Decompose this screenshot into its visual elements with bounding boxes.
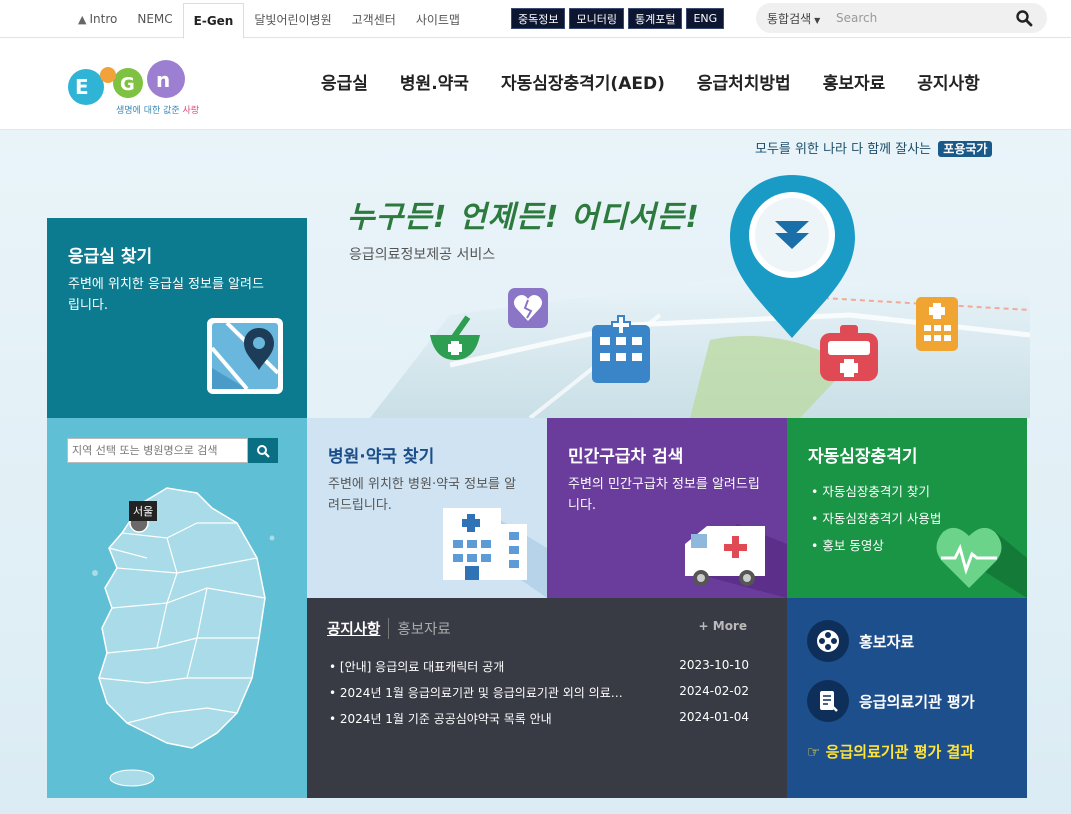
nav-first-aid[interactable]: 응급처치방법 bbox=[681, 69, 807, 94]
hospital-search-input[interactable] bbox=[67, 438, 249, 463]
aed-tile: 자동심장충격기 • 자동심장충격기 찾기 • 자동심장충격기 사용법 • 홍보 … bbox=[787, 418, 1027, 598]
hero-title: 누구든! 언제든! 어디서든! bbox=[347, 200, 700, 235]
aed-link-video-label: 홍보 동영상 bbox=[822, 538, 884, 553]
er-find-panel[interactable]: 응급실 찾기 주변에 위치한 응급실 정보를 알려드립니다. bbox=[47, 218, 307, 418]
er-find-desc: 주변에 위치한 응급실 정보를 알려드립니다. bbox=[68, 277, 264, 313]
top-utility-bar: ▲ Intro NEMC E-Gen 달빛어린이병원 고객센터 사이트맵 중독정보… bbox=[0, 0, 1071, 39]
global-search: 통합검색 ▼ bbox=[756, 3, 1047, 33]
evaluation-label: 응급의료기관 평가 bbox=[859, 692, 975, 711]
monitoring-button[interactable]: 모니터링 bbox=[569, 8, 624, 29]
film-reel-icon bbox=[807, 620, 849, 662]
notice-item[interactable]: • [안내] 응급의료 대표캐릭터 공개 2023-10-10 bbox=[329, 658, 749, 684]
hospital-building-icon bbox=[592, 315, 650, 383]
aed-links: • 자동심장충격기 찾기 • 자동심장충격기 사용법 • 홍보 동영상 bbox=[811, 478, 941, 559]
english-button[interactable]: ENG bbox=[686, 8, 725, 29]
top-link-customer-center[interactable]: 고객센터 bbox=[342, 0, 406, 38]
notice-panel: 공지사항 홍보자료 + More • [안내] 응급의료 대표캐릭터 공개 202… bbox=[307, 598, 787, 798]
seoul-label: 서울 bbox=[129, 501, 158, 521]
svg-text:G: G bbox=[120, 74, 135, 95]
notice-item-title: 2024년 1월 응급의료기관 및 응급의료기관 외의 의료… bbox=[339, 686, 623, 700]
main-nav: 응급실 병원.약국 자동심장충격기(AED) 응급처치방법 홍보자료 공지사항 bbox=[305, 69, 996, 94]
aed-link-howto[interactable]: • 자동심장충격기 사용법 bbox=[811, 505, 941, 532]
logo-tagline: 생명에 대한 값준 사랑 bbox=[116, 103, 199, 116]
korea-map[interactable] bbox=[87, 478, 287, 788]
nav-notices[interactable]: 공지사항 bbox=[901, 69, 996, 94]
map-search-button[interactable] bbox=[248, 438, 278, 463]
top-link-moonlight-hospital[interactable]: 달빛어린이병원 bbox=[244, 0, 341, 38]
notice-item[interactable]: • 2024년 1월 기준 공공심야약국 목록 안내 2024-01-04 bbox=[329, 710, 749, 736]
poison-info-button[interactable]: 중독정보 bbox=[511, 8, 566, 29]
tab-promotion[interactable]: 홍보자료 bbox=[388, 618, 451, 639]
slogan-text: 모두를 위한 나라 다 함께 잘사는 bbox=[755, 142, 932, 157]
search-scope-select[interactable]: 통합검색 ▼ bbox=[756, 10, 836, 27]
nav-hospital-pharmacy[interactable]: 병원.약국 bbox=[384, 69, 485, 94]
map-pin-icon bbox=[207, 318, 283, 394]
notice-item-title: 2024년 1월 기준 공공심야약국 목록 안내 bbox=[339, 712, 552, 726]
svg-text:n: n bbox=[156, 68, 170, 92]
stats-portal-button[interactable]: 통계포털 bbox=[627, 8, 683, 29]
notice-item-title: [안내] 응급의료 대표캐릭터 공개 bbox=[339, 660, 505, 674]
nav-promotion[interactable]: 홍보자료 bbox=[807, 69, 902, 94]
search-input[interactable] bbox=[836, 6, 996, 30]
notice-list: • [안내] 응급의료 대표캐릭터 공개 2023-10-10 • 2024년 1… bbox=[329, 658, 749, 736]
top-link-intro-label: Intro bbox=[89, 12, 118, 26]
clinic-building-icon bbox=[916, 297, 958, 351]
evaluation-result-link[interactable]: ☞ 응급의료기관 평가 결과 bbox=[807, 741, 974, 762]
caret-down-icon: ▼ bbox=[814, 15, 821, 25]
notice-item-date: 2024-02-02 bbox=[679, 684, 749, 698]
nav-aed[interactable]: 자동심장충격기(AED) bbox=[485, 69, 681, 94]
er-find-title: 응급실 찾기 bbox=[68, 247, 153, 267]
evaluation-document-icon bbox=[807, 680, 849, 722]
notice-tabs: 공지사항 홍보자료 bbox=[327, 618, 451, 639]
notice-item-date: 2023-10-10 bbox=[679, 658, 749, 672]
top-link-egen[interactable]: E-Gen bbox=[182, 3, 245, 39]
promo-materials-link[interactable]: 홍보자료 bbox=[807, 620, 914, 662]
promo-materials-label: 홍보자료 bbox=[859, 632, 915, 651]
top-links: ▲ Intro NEMC E-Gen 달빛어린이병원 고객센터 사이트맵 bbox=[68, 0, 470, 39]
aed-link-find-label: 자동심장충격기 찾기 bbox=[822, 484, 930, 499]
search-scope-label: 통합검색 bbox=[767, 11, 812, 26]
logo-tagline-love: 사랑 bbox=[182, 106, 200, 116]
external-buttons: 중독정보 모니터링 통계포털 ENG bbox=[511, 8, 725, 29]
aed-link-find[interactable]: • 자동심장충격기 찾기 bbox=[811, 478, 941, 505]
tab-notices[interactable]: 공지사항 bbox=[327, 618, 380, 639]
aed-tile-title: 자동심장충격기 bbox=[808, 447, 918, 467]
promo-panel: 홍보자료 응급의료기관 평가 ☞ 응급의료기관 평가 결과 bbox=[787, 598, 1027, 798]
ambulance-front-icon bbox=[820, 325, 878, 381]
slogan: 모두를 위한 나라 다 함께 잘사는 포용국가 bbox=[755, 138, 993, 157]
top-link-nemc[interactable]: NEMC bbox=[127, 0, 182, 38]
broken-heart-icon bbox=[508, 288, 548, 328]
nav-emergency-room[interactable]: 응급실 bbox=[305, 69, 384, 94]
search-icon[interactable] bbox=[1015, 9, 1033, 27]
top-link-intro[interactable]: ▲ Intro bbox=[68, 0, 127, 38]
hospital-tile-title: 병원·약국 찾기 bbox=[328, 447, 435, 467]
ambulance-tile-desc: 주변의 민간구급차 정보를 알려드립니다. bbox=[568, 477, 760, 513]
logo-tagline-text: 생명에 대한 값준 bbox=[116, 106, 183, 116]
top-link-sitemap[interactable]: 사이트맵 bbox=[406, 0, 470, 38]
hospital-pharmacy-tile[interactable]: 병원·약국 찾기 주변에 위치한 병원·약국 정보를 알려드립니다. bbox=[307, 418, 547, 598]
region-map-panel: 서울 bbox=[47, 418, 307, 798]
notice-item[interactable]: • 2024년 1월 응급의료기관 및 응급의료기관 외의 의료… 2024-02… bbox=[329, 684, 749, 710]
main-header: E G n 생명에 대한 값준 사랑 응급실 병원.약국 자동심장충격기(AED… bbox=[0, 39, 1071, 130]
aed-link-howto-label: 자동심장충격기 사용법 bbox=[822, 511, 942, 526]
notice-item-date: 2024-01-04 bbox=[679, 710, 749, 724]
home-icon: ▲ bbox=[78, 12, 87, 26]
private-ambulance-tile[interactable]: 민간구급차 검색 주변의 민간구급차 정보를 알려드립니다. bbox=[547, 418, 787, 598]
heartbeat-heart-icon bbox=[936, 527, 1027, 598]
more-link[interactable]: + More bbox=[699, 619, 747, 633]
hospital-building-icon bbox=[443, 508, 547, 598]
svg-text:E: E bbox=[75, 75, 89, 99]
map-search bbox=[67, 438, 278, 463]
hero-subtitle: 응급의료정보제공 서비스 bbox=[349, 247, 496, 263]
slogan-badge: 포용국가 bbox=[938, 141, 993, 157]
ambulance-icon bbox=[685, 524, 787, 598]
evaluation-link[interactable]: 응급의료기관 평가 bbox=[807, 680, 975, 722]
aed-link-video[interactable]: • 홍보 동영상 bbox=[811, 532, 941, 559]
ambulance-tile-title: 민간구급차 검색 bbox=[568, 447, 684, 467]
search-icon bbox=[257, 444, 270, 458]
